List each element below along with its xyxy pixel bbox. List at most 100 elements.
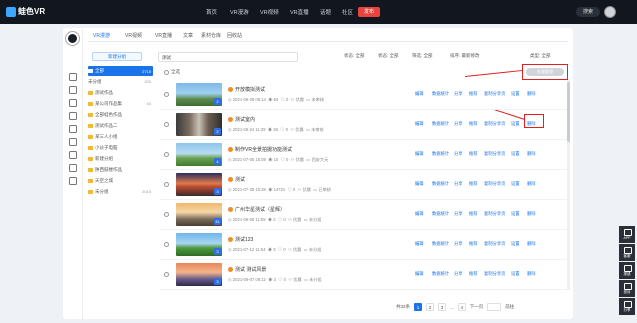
row-checkbox[interactable] (164, 272, 169, 277)
action-5[interactable]: 设置 (511, 211, 527, 217)
settings-icon[interactable] (69, 164, 77, 172)
project-title[interactable]: 制作VR全景拍摄功能测试 (228, 146, 292, 153)
action-3[interactable]: 推荐 (469, 271, 484, 277)
folder-item[interactable]: 全部蛙色作品 (88, 109, 153, 120)
home-icon[interactable] (69, 73, 77, 81)
action-1[interactable]: 数据统计 (432, 121, 454, 127)
folder-item[interactable]: 未分组 2015 (88, 186, 153, 197)
row-checkbox[interactable] (164, 182, 169, 187)
action-6[interactable]: 删除 (527, 271, 539, 277)
action-0[interactable]: 编辑 (415, 271, 432, 277)
filter-status[interactable]: 状态: 全部 (344, 53, 365, 59)
action-1[interactable]: 数据统计 (432, 271, 454, 277)
action-4[interactable]: 复制分享页 (484, 241, 511, 247)
filter-type[interactable]: 类型: 全部 (530, 53, 551, 59)
action-1[interactable]: 数据统计 (432, 91, 454, 97)
row-checkbox[interactable] (164, 122, 169, 127)
complaint-tool[interactable]: 投诉 (619, 280, 635, 297)
action-4[interactable]: 复制分享页 (484, 211, 511, 217)
profile-avatar[interactable] (66, 32, 79, 45)
project-title[interactable]: 测试 (228, 176, 245, 183)
action-6[interactable]: 删除 (527, 241, 539, 247)
user-avatar[interactable] (604, 6, 616, 18)
star-icon[interactable] (69, 125, 77, 133)
folder-item[interactable]: 测试作品 (88, 87, 153, 98)
project-title[interactable]: 测试室内 (228, 116, 255, 123)
action-5[interactable]: 设置 (511, 91, 527, 97)
action-5[interactable]: 设置 (511, 241, 527, 247)
project-title[interactable]: 开放模拟测试 (228, 86, 265, 93)
action-0[interactable]: 编辑 (415, 211, 432, 217)
action-2[interactable]: 分享 (454, 151, 469, 157)
project-row[interactable]: 4 制作VR全景拍摄功能测试 ◷ 2021-07-05 15:59 ◉ 10 ♡… (160, 140, 570, 170)
action-3[interactable]: 推荐 (469, 91, 484, 97)
row-checkbox[interactable] (164, 242, 169, 247)
action-4[interactable]: 复制分享页 (484, 181, 511, 187)
folder-item[interactable]: 测试作品二 (88, 120, 153, 131)
page-3[interactable]: 3 (438, 303, 447, 311)
chart-icon[interactable] (69, 99, 77, 107)
action-2[interactable]: 分享 (454, 211, 469, 217)
nav-item-vr-live[interactable]: VR直播 (290, 8, 320, 16)
nav-item-vr-video[interactable]: VR视频 (260, 8, 290, 16)
row-checkbox[interactable] (164, 92, 169, 97)
action-0[interactable]: 编辑 (415, 241, 432, 247)
action-2[interactable]: 分享 (454, 271, 469, 277)
folder-item[interactable]: 陕西鼓楼作品 (88, 164, 153, 175)
filter-sort[interactable]: 排序: 最新修改 (450, 53, 480, 59)
action-4[interactable]: 复制分享页 (484, 151, 511, 157)
folder-item[interactable]: 天空之城 (88, 175, 153, 186)
action-0[interactable]: 编辑 (415, 151, 432, 157)
app-tool[interactable]: APP (619, 226, 635, 243)
action-4[interactable]: 复制分享页 (484, 271, 511, 277)
folder-icon[interactable] (69, 138, 77, 146)
new-folder-button[interactable]: 新建分组 (92, 52, 142, 61)
next-page-button[interactable]: 下一页 (470, 304, 484, 310)
project-thumbnail[interactable]: 4 (176, 143, 222, 166)
action-3[interactable]: 推荐 (469, 241, 484, 247)
select-all[interactable]: 全选 (164, 69, 180, 75)
folder-item[interactable]: 某三人小组 (88, 131, 153, 142)
action-4[interactable]: 复制分享页 (484, 91, 511, 97)
action-4[interactable]: 复制分享页 (484, 121, 511, 127)
row-checkbox[interactable] (164, 152, 169, 157)
action-0[interactable]: 编辑 (415, 121, 432, 127)
action-1[interactable]: 数据统计 (432, 211, 454, 217)
project-thumbnail[interactable]: 2 (176, 83, 222, 106)
action-0[interactable]: 编辑 (415, 91, 432, 97)
grid-icon[interactable] (69, 86, 77, 94)
action-1[interactable]: 数据统计 (432, 151, 454, 157)
folder-item[interactable]: 全部 2715 (88, 66, 153, 76)
page-2[interactable]: 2 (426, 303, 435, 311)
page-1[interactable]: 1 (414, 303, 423, 311)
page-4[interactable]: 4 (457, 303, 466, 311)
filter-status-2[interactable]: 状态: 全部 (378, 53, 399, 59)
action-0[interactable]: 编辑 (415, 181, 432, 187)
action-6[interactable]: 删除 (527, 211, 539, 217)
project-title[interactable]: 广州华星测试（星辉） (228, 206, 285, 213)
project-thumbnail[interactable]: 3 (176, 263, 222, 286)
action-2[interactable]: 分享 (454, 181, 469, 187)
action-6[interactable]: 删除 (527, 121, 539, 127)
page-jump-input[interactable] (487, 303, 502, 311)
action-3[interactable]: 推荐 (469, 151, 484, 157)
project-thumbnail[interactable]: 3 (176, 233, 222, 256)
project-row[interactable]: 3 测试 测试风景 ◷ 2021-06-07 09:12 ◉ 3 ♡ 0 ⚇ 伏… (160, 260, 570, 290)
project-title[interactable]: 测试 测试风景 (228, 266, 266, 273)
project-thumbnail[interactable]: 2 (176, 113, 222, 136)
project-row[interactable]: 2 开放模拟测试 ◷ 2021-06-28 09:14 ◉ 64 ♡ 0 ⚇ 伏… (160, 80, 570, 110)
project-row[interactable]: 2 测试室内 ◷ 2021-06-24 11:29 ◉ 36 ♡ 0 ⚇ 伏晨 … (160, 110, 570, 140)
search-button[interactable]: 搜索 (576, 7, 600, 17)
action-3[interactable]: 推荐 (469, 121, 484, 127)
project-row[interactable]: 31 广州华星测试（星辉） ◷ 2021-06-08 11:09 ◉ 2 ♡ 0… (160, 200, 570, 230)
action-5[interactable]: 设置 (511, 271, 527, 277)
project-row[interactable]: 3 测试 ◷ 2021-07-28 15:26 ◉ 14721 ♡ 0 ⚇ 伏晨… (160, 170, 570, 200)
action-5[interactable]: 设置 (511, 181, 527, 187)
info-icon[interactable] (69, 177, 77, 185)
report-tool[interactable]: 报错 (619, 262, 635, 279)
folder-item[interactable]: 新建分组 (88, 153, 153, 164)
nav-item-topic[interactable]: 话题 (320, 8, 342, 16)
folder-item[interactable]: 某公司作品集 44 (88, 98, 153, 109)
publish-button[interactable]: 发布 (358, 6, 380, 17)
project-row[interactable]: 3 测试123 ◷ 2021-07-12 11:54 ◉ 3 ♡ 0 ⚇ 伏晨 … (160, 230, 570, 260)
